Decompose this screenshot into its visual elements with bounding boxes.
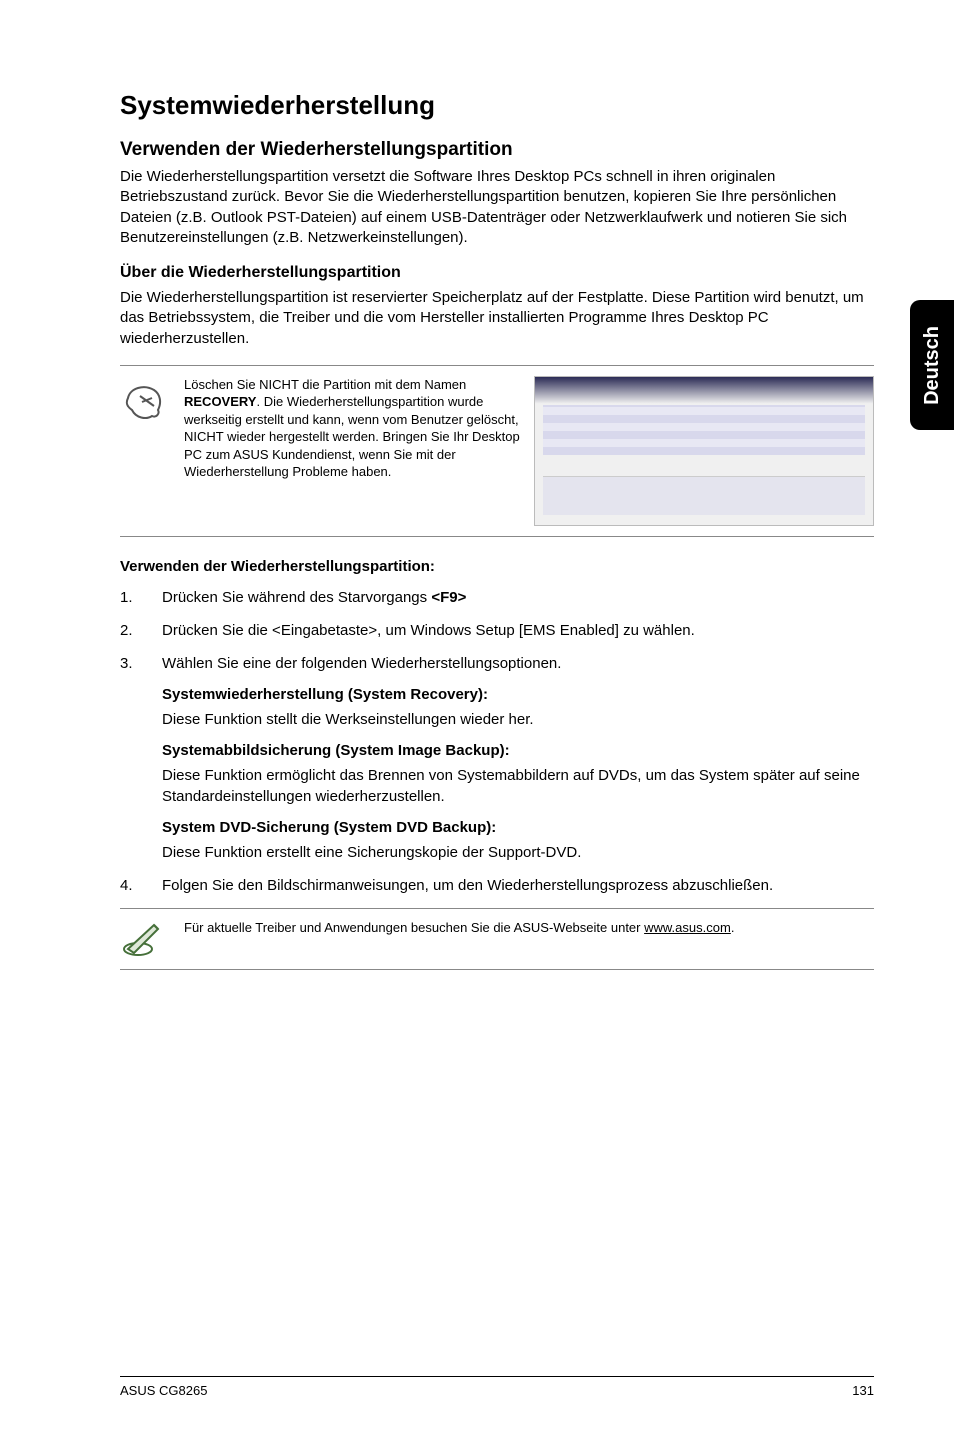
page-title: Systemwiederherstellung: [120, 90, 874, 121]
option3-head: System DVD-Sicherung (System DVD Backup)…: [162, 817, 874, 838]
language-tab: Deutsch: [910, 300, 954, 430]
step-1: Drücken Sie während des Starvorgangs <F9…: [120, 587, 874, 608]
step-1-pre: Drücken Sie während des Starvorgangs: [162, 589, 431, 606]
steps-heading: Verwenden der Wiederherstellungspartitio…: [120, 557, 874, 577]
option1-head: Systemwiederherstellung (System Recovery…: [162, 684, 874, 705]
note2-post: .: [731, 920, 735, 935]
step-4: Folgen Sie den Bildschirmanweisungen, um…: [120, 875, 874, 896]
section-about-recovery: Über die Wiederherstellungspartition Die…: [120, 264, 874, 349]
disk-management-screenshot: [534, 376, 874, 526]
hand-icon: [120, 376, 170, 426]
pen-icon: [120, 919, 170, 959]
option1-body: Diese Funktion stellt die Werkseinstellu…: [162, 709, 874, 730]
note-visit-website: Für aktuelle Treiber und Anwendungen bes…: [120, 908, 874, 970]
option2-body: Diese Funktion ermöglicht das Brennen vo…: [162, 765, 874, 807]
note-text-do-not-delete: Löschen Sie NICHT die Partition mit dem …: [184, 376, 520, 481]
option-dvd-backup: System DVD-Sicherung (System DVD Backup)…: [162, 817, 874, 863]
note2-link[interactable]: www.asus.com: [644, 920, 731, 935]
heading-about-recovery: Über die Wiederherstellungspartition: [120, 264, 874, 282]
language-tab-label: Deutsch: [921, 326, 944, 405]
body-about-recovery: Die Wiederherstellungspartition ist rese…: [120, 288, 874, 349]
heading-recovery-use: Verwenden der Wiederherstellungspartitio…: [120, 139, 874, 161]
section-recovery-partition-use: Verwenden der Wiederherstellungspartitio…: [120, 139, 874, 248]
option-image-backup: Systemabbildsicherung (System Image Back…: [162, 740, 874, 807]
note1-pre: Löschen Sie NICHT die Partition mit dem …: [184, 377, 466, 392]
footer-product: ASUS CG8265: [120, 1383, 207, 1398]
footer-page-number: 131: [852, 1383, 874, 1398]
note-text-website: Für aktuelle Treiber und Anwendungen bes…: [184, 919, 874, 937]
step-1-key: <F9>: [431, 589, 466, 606]
page-footer: ASUS CG8265 131: [120, 1376, 874, 1398]
step-2: Drücken Sie die <Eingabetaste>, um Windo…: [120, 620, 874, 641]
option2-head: Systemabbildsicherung (System Image Back…: [162, 740, 874, 761]
option3-body: Diese Funktion erstellt eine Sicherungsk…: [162, 842, 874, 863]
body-recovery-use: Die Wiederherstellungspartition versetzt…: [120, 167, 874, 248]
note2-pre: Für aktuelle Treiber und Anwendungen bes…: [184, 920, 644, 935]
option-system-recovery: Systemwiederherstellung (System Recovery…: [162, 684, 874, 730]
note1-bold: RECOVERY: [184, 394, 256, 409]
note-do-not-delete: Löschen Sie NICHT die Partition mit dem …: [120, 365, 874, 537]
step-3: Wählen Sie eine der folgenden Wiederhers…: [120, 653, 874, 863]
steps-list: Drücken Sie während des Starvorgangs <F9…: [120, 587, 874, 896]
step-3-text: Wählen Sie eine der folgenden Wiederhers…: [162, 655, 561, 672]
